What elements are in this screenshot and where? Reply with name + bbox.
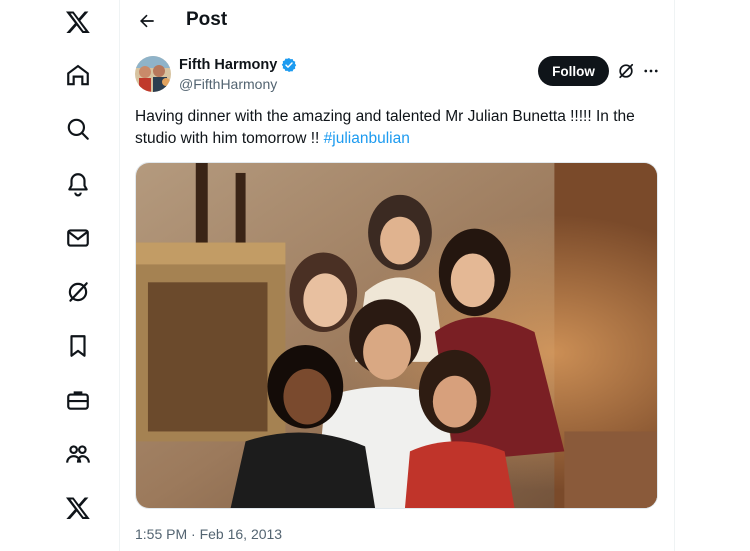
arrow-left-icon bbox=[140, 14, 154, 28]
grok-icon[interactable] bbox=[56, 270, 100, 314]
avatar[interactable] bbox=[135, 56, 171, 92]
home-icon[interactable] bbox=[56, 53, 100, 97]
bookmarks-icon[interactable] bbox=[56, 324, 100, 368]
page-title: Post bbox=[186, 9, 228, 30]
verified-badge-icon bbox=[282, 58, 297, 72]
post-timestamp[interactable]: 1:55 PM · Feb 16, 2013 bbox=[135, 526, 282, 542]
explore-icon[interactable] bbox=[56, 107, 100, 151]
more-icon bbox=[644, 69, 658, 73]
post-image[interactable] bbox=[135, 162, 658, 509]
x-logo-icon[interactable] bbox=[56, 0, 100, 44]
communities-icon[interactable] bbox=[56, 432, 100, 476]
premium-icon[interactable] bbox=[56, 486, 100, 530]
follow-button[interactable]: Follow bbox=[538, 56, 609, 86]
grok-action-button[interactable] bbox=[615, 60, 637, 82]
author-handle[interactable]: @FifthHarmony bbox=[179, 76, 277, 92]
notifications-icon[interactable] bbox=[56, 162, 100, 206]
more-options-button[interactable] bbox=[640, 60, 662, 82]
post-text: Having dinner with the amazing and talen… bbox=[135, 106, 665, 150]
author-name-text: Fifth Harmony bbox=[179, 57, 278, 73]
messages-icon[interactable] bbox=[56, 216, 100, 260]
left-divider bbox=[119, 0, 120, 551]
right-divider bbox=[674, 0, 675, 551]
post-header: Post bbox=[120, 0, 674, 42]
author-name[interactable]: Fifth Harmony bbox=[179, 57, 297, 73]
hashtag-link[interactable]: #julianbulian bbox=[324, 130, 410, 147]
back-button[interactable] bbox=[130, 4, 164, 38]
jobs-icon[interactable] bbox=[56, 378, 100, 422]
left-nav bbox=[0, 0, 120, 551]
grok-icon bbox=[619, 63, 634, 79]
